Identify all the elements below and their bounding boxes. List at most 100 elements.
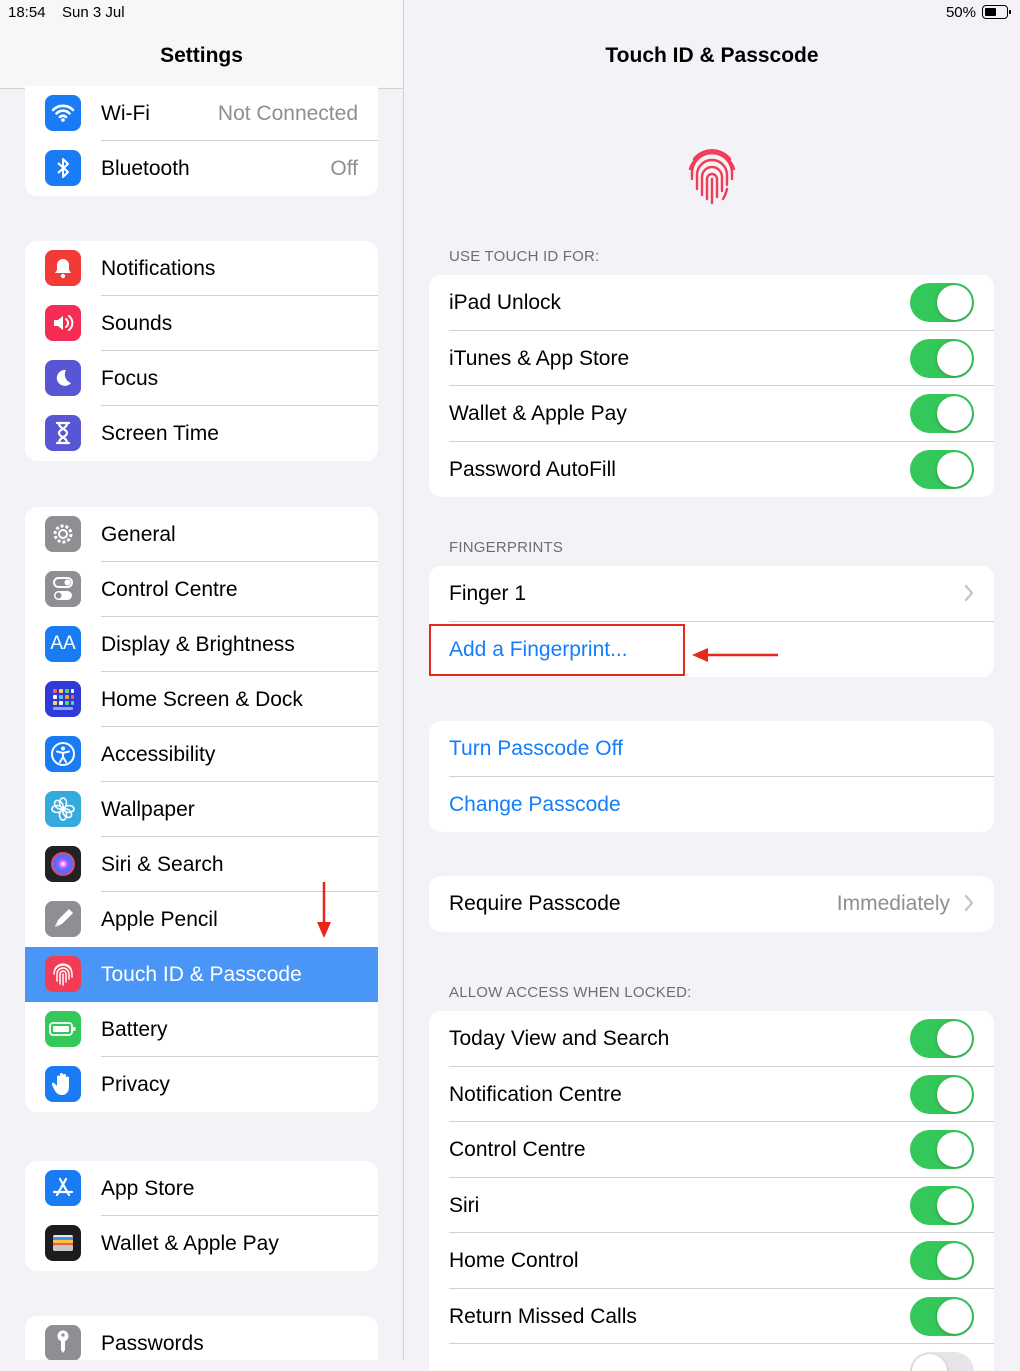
status-bar: 18:54 Sun 3 Jul 50% bbox=[0, 0, 1020, 26]
flower-icon bbox=[45, 791, 81, 827]
toggle-row-itunes-app-store: iTunes & App Store bbox=[429, 331, 994, 386]
speaker-icon bbox=[45, 305, 81, 341]
sidebar-item-focus[interactable]: Focus bbox=[25, 351, 378, 406]
wallet-apple-pay-toggle[interactable] bbox=[910, 394, 974, 433]
hourglass-icon bbox=[45, 415, 81, 451]
sidebar-title: Settings bbox=[160, 44, 243, 67]
sidebar-item-app-store[interactable]: App Store bbox=[25, 1161, 378, 1216]
require-passcode-row[interactable]: Require Passcode Immediately bbox=[429, 876, 994, 932]
sidebar-item-label: Battery bbox=[101, 1017, 168, 1041]
sidebar-item-label: Screen Time bbox=[101, 421, 219, 445]
toggle-row-ipad-unlock: iPad Unlock bbox=[429, 275, 994, 331]
sidebar-item-label: Home Screen & Dock bbox=[101, 687, 303, 711]
fingerprint-hero-icon bbox=[688, 149, 736, 205]
row-label: Return Missed Calls bbox=[449, 1304, 637, 1328]
home-control-toggle[interactable] bbox=[910, 1241, 974, 1280]
require-passcode-group: Require Passcode Immediately bbox=[429, 876, 994, 932]
gear-icon bbox=[45, 516, 81, 552]
section-header-fingerprints: FINGERPRINTS bbox=[449, 539, 564, 556]
section-header-allow-access: ALLOW ACCESS WHEN LOCKED: bbox=[449, 984, 692, 1001]
annotation-highlight-box bbox=[429, 624, 685, 676]
allow-access-group: Today View and Search Notification Centr… bbox=[429, 1011, 994, 1371]
wallet-icon bbox=[45, 1225, 81, 1261]
sidebar-group-notifications: Notifications Sounds Focus Screen Time bbox=[25, 241, 378, 461]
bell-icon bbox=[45, 250, 81, 286]
app-grid-icon bbox=[45, 681, 81, 717]
toggle-row-today-view: Today View and Search bbox=[429, 1011, 994, 1067]
control-centre-toggle[interactable] bbox=[910, 1130, 974, 1169]
row-label: Wallet & Apple Pay bbox=[449, 402, 627, 425]
sidebar-item-accessibility[interactable]: Accessibility bbox=[25, 727, 378, 782]
sidebar-group-passwords: Passwords bbox=[25, 1316, 378, 1360]
siri-toggle[interactable] bbox=[910, 1185, 974, 1225]
toggle-row-home-control: Home Control bbox=[429, 1233, 994, 1289]
toggle-row-return-missed-calls: Return Missed Calls bbox=[429, 1289, 994, 1344]
change-passcode-button[interactable]: Change Passcode bbox=[429, 777, 994, 833]
sidebar-item-label: Wallpaper bbox=[101, 797, 195, 821]
notification-centre-toggle[interactable] bbox=[910, 1074, 974, 1114]
status-date: Sun 3 Jul bbox=[62, 4, 125, 21]
chevron-right-icon bbox=[964, 584, 974, 602]
sidebar-item-touch-id-passcode[interactable]: Touch ID & Passcode bbox=[25, 947, 378, 1002]
sidebar-group-store: App Store Wallet & Apple Pay bbox=[25, 1161, 378, 1271]
pencil-icon bbox=[45, 901, 81, 937]
fingerprint-row-finger-1[interactable]: Finger 1 bbox=[429, 566, 994, 622]
sidebar-item-passwords[interactable]: Passwords bbox=[25, 1316, 378, 1360]
itunes-app-store-toggle[interactable] bbox=[910, 338, 974, 378]
ipad-unlock-toggle[interactable] bbox=[910, 283, 974, 322]
row-label: Control Centre bbox=[449, 1138, 586, 1161]
sidebar-item-notifications[interactable]: Notifications bbox=[25, 241, 378, 296]
turn-passcode-off-button[interactable]: Turn Passcode Off bbox=[429, 721, 994, 777]
key-icon bbox=[45, 1325, 81, 1360]
sidebar-item-label: Display & Brightness bbox=[101, 632, 295, 656]
sidebar-item-home-screen-dock[interactable]: Home Screen & Dock bbox=[25, 672, 378, 727]
sidebar-item-label: Sounds bbox=[101, 311, 173, 335]
sidebar-item-label: App Store bbox=[101, 1176, 195, 1200]
sidebar-item-label: Focus bbox=[101, 366, 159, 390]
toggle-row-password-autofill: Password AutoFill bbox=[429, 442, 994, 498]
toggle-row-wallet-apple-pay: Wallet & Apple Pay bbox=[429, 386, 994, 442]
return-missed-calls-toggle[interactable] bbox=[910, 1296, 974, 1336]
toggle-row-partial bbox=[429, 1344, 994, 1371]
use-touch-id-group: iPad Unlock iTunes & App Store Wallet & … bbox=[429, 275, 994, 497]
row-label: Today View and Search bbox=[449, 1027, 670, 1050]
sidebar-item-label: Bluetooth bbox=[101, 156, 190, 180]
wifi-status: Not Connected bbox=[217, 101, 358, 125]
require-passcode-value: Immediately bbox=[836, 892, 950, 915]
sidebar-item-bluetooth[interactable]: Bluetooth Off bbox=[25, 141, 378, 196]
bluetooth-status: Off bbox=[330, 156, 358, 180]
sidebar-item-label: Notifications bbox=[101, 256, 216, 280]
sidebar-item-general[interactable]: General bbox=[25, 507, 378, 562]
sidebar-group-connectivity: Wi-Fi Not Connected Bluetooth Off bbox=[25, 86, 378, 196]
switches-icon bbox=[45, 571, 81, 607]
sidebar-item-wallpaper[interactable]: Wallpaper bbox=[25, 782, 378, 837]
toggle-row-notification-centre: Notification Centre bbox=[429, 1067, 994, 1122]
row-label: iTunes & App Store bbox=[449, 346, 630, 370]
sidebar-item-privacy[interactable]: Privacy bbox=[25, 1057, 378, 1112]
row-label: Require Passcode bbox=[449, 892, 621, 915]
sidebar-item-control-centre[interactable]: Control Centre bbox=[25, 562, 378, 617]
annotation-arrow-down bbox=[317, 882, 331, 938]
sidebar-item-display-brightness[interactable]: AA Display & Brightness bbox=[25, 617, 378, 672]
sidebar-item-label: Accessibility bbox=[101, 742, 216, 766]
sidebar-item-label: Wallet & Apple Pay bbox=[101, 1231, 279, 1255]
page-title: Touch ID & Passcode bbox=[605, 44, 819, 67]
turn-passcode-off-label: Turn Passcode Off bbox=[449, 737, 623, 760]
sidebar-item-battery[interactable]: Battery bbox=[25, 1002, 378, 1057]
app-store-icon bbox=[45, 1170, 81, 1206]
sidebar-item-screen-time[interactable]: Screen Time bbox=[25, 406, 378, 461]
sidebar-item-sounds[interactable]: Sounds bbox=[25, 296, 378, 351]
sidebar-item-wifi[interactable]: Wi-Fi Not Connected bbox=[25, 86, 378, 141]
text-size-icon: AA bbox=[45, 626, 81, 662]
row-label: Finger 1 bbox=[449, 582, 527, 605]
today-view-toggle[interactable] bbox=[910, 1019, 974, 1058]
sidebar-item-wallet[interactable]: Wallet & Apple Pay bbox=[25, 1216, 378, 1271]
wifi-icon bbox=[45, 95, 81, 131]
toggle-row-control-centre: Control Centre bbox=[429, 1122, 994, 1178]
battery-icon bbox=[45, 1011, 81, 1047]
chevron-right-icon bbox=[964, 894, 974, 912]
accessibility-icon bbox=[45, 736, 81, 772]
row-label: iPad Unlock bbox=[449, 291, 562, 314]
partial-toggle[interactable] bbox=[910, 1352, 974, 1371]
password-autofill-toggle[interactable] bbox=[910, 449, 974, 489]
